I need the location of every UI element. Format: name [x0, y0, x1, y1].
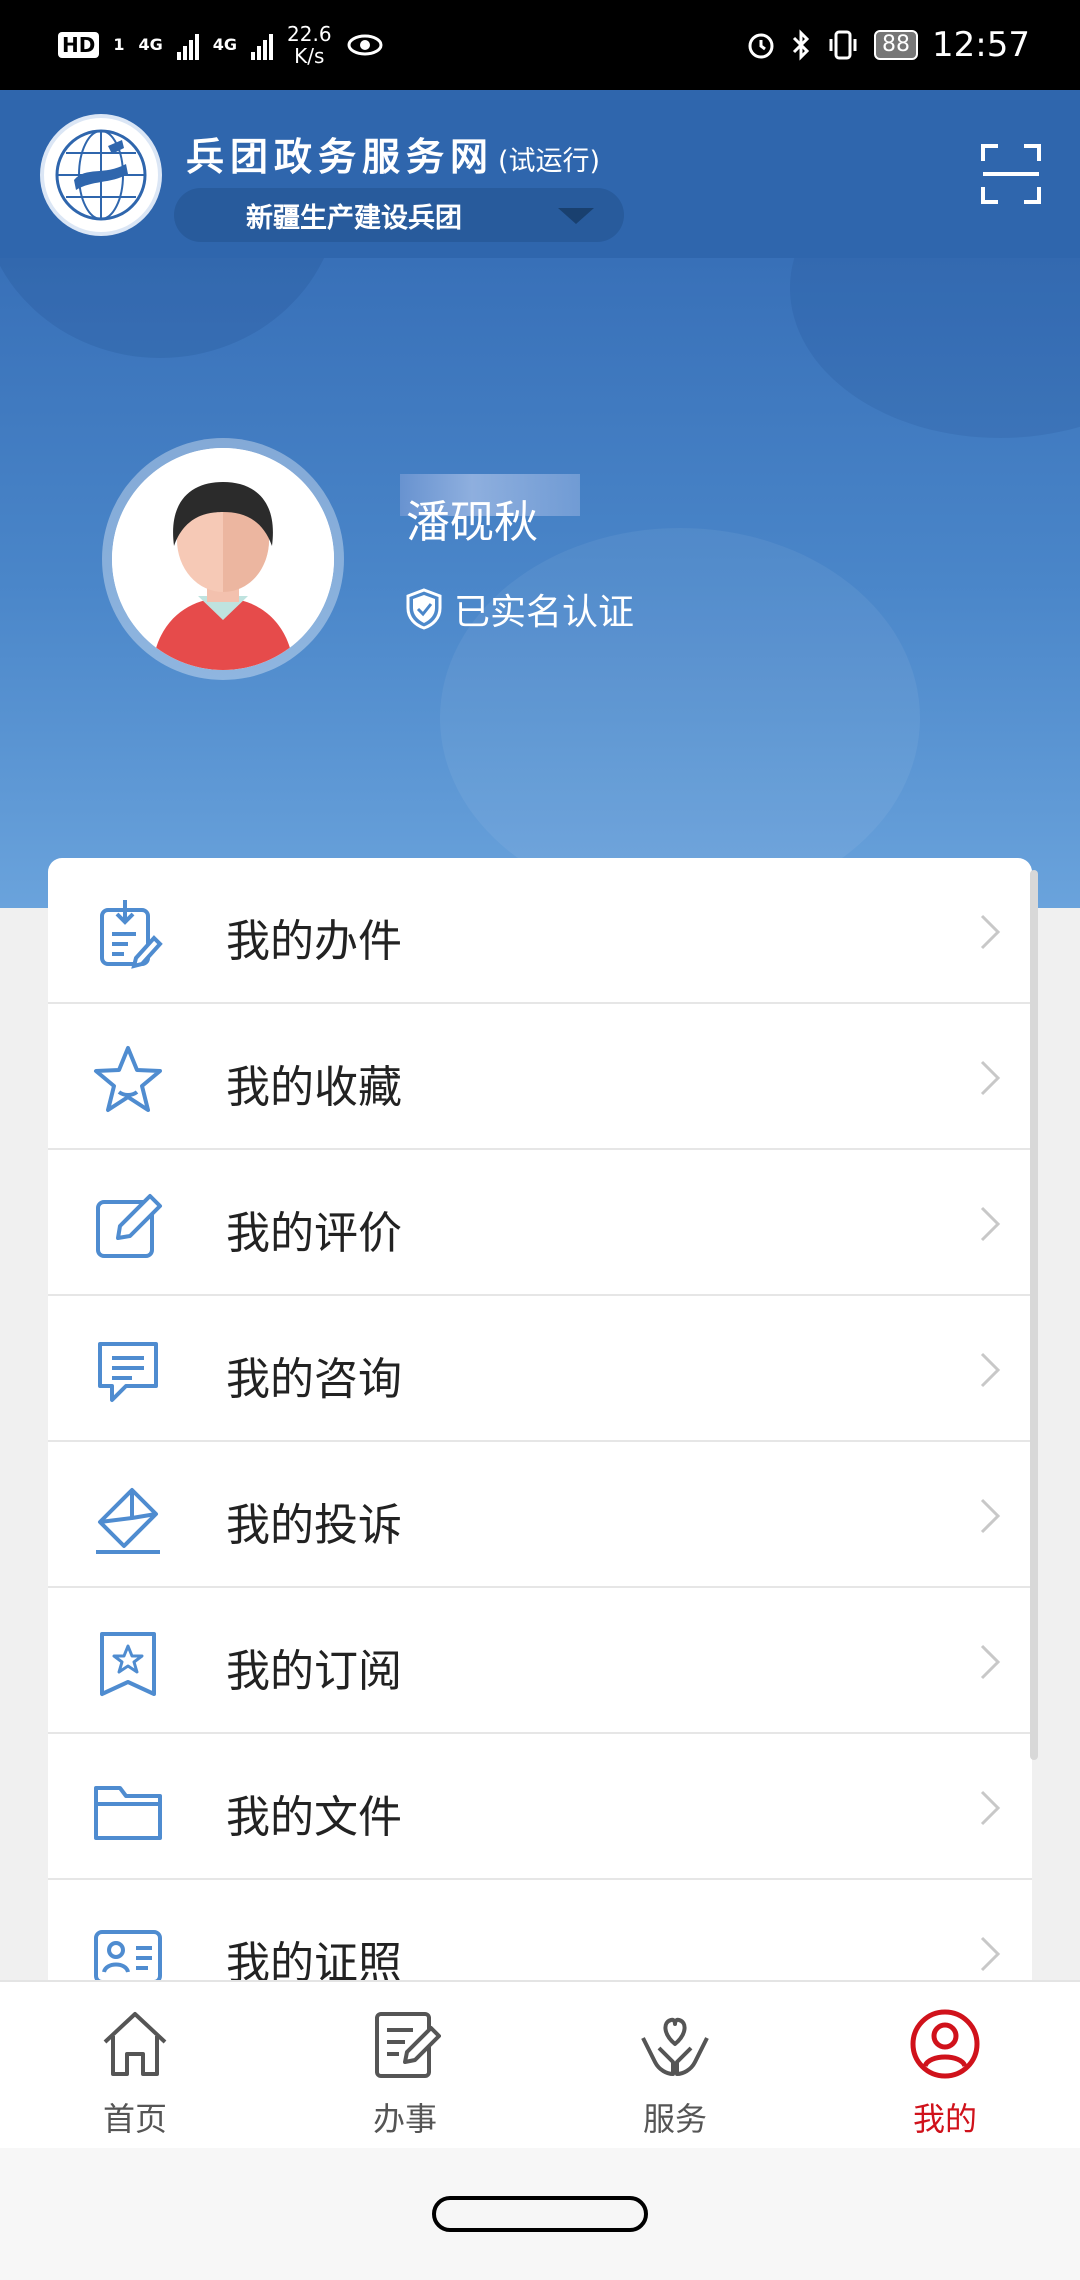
speed-unit: K/s	[294, 44, 325, 68]
network-speed: 22.6 K/s	[287, 23, 332, 67]
complaint-envelope-icon	[96, 1488, 160, 1554]
app-title-note: (试运行)	[498, 146, 601, 177]
status-right: 88 12:57	[746, 25, 1030, 65]
menu-label: 我的投诉	[226, 1500, 402, 1551]
tab-services[interactable]: 服务	[540, 1982, 810, 2148]
system-navigation-area	[0, 2148, 1080, 2280]
chevron-right-icon	[980, 1352, 1001, 1388]
scan-icon[interactable]	[980, 143, 1042, 205]
shield-check-icon	[406, 588, 442, 630]
bookmark-star-icon	[100, 1632, 156, 1696]
user-icon	[910, 2009, 980, 2079]
menu-list: 我的办件 我的收藏 我的评价 我的咨询 我的投诉 我的订阅 我的文件 我的证照	[48, 858, 1032, 1980]
menu-item-my-reviews[interactable]: 我的评价	[48, 1150, 1032, 1296]
menu-label: 我的证照	[226, 1938, 402, 1980]
scrollbar[interactable]	[1030, 870, 1038, 1760]
menu-item-my-subscriptions[interactable]: 我的订阅	[48, 1588, 1032, 1734]
task-download-icon	[100, 900, 163, 969]
chevron-right-icon	[980, 1206, 1001, 1242]
chevron-right-icon	[980, 1790, 1001, 1826]
status-bar: HD 1 4G 4G 22.6 K/s 88 12:57	[0, 0, 1080, 90]
region-selector[interactable]: 新疆生产建设兵团	[174, 188, 624, 242]
banner-decor-circle	[0, 258, 340, 358]
menu-label: 我的收藏	[226, 1062, 402, 1113]
tab-services-tasks[interactable]: 办事	[270, 1982, 540, 2148]
hd-badge: HD	[58, 32, 100, 58]
star-icon	[94, 1046, 162, 1112]
chevron-right-icon	[980, 1936, 1001, 1972]
avatar[interactable]	[102, 438, 344, 680]
heart-hands-icon	[641, 2017, 709, 2076]
bottom-tab-bar: 首页 办事 服务 我的	[0, 1980, 1080, 2148]
menu-item-my-files[interactable]: 我的文件	[48, 1734, 1032, 1880]
menu-item-my-inquiries[interactable]: 我的咨询	[48, 1296, 1032, 1442]
tab-label: 服务	[642, 2100, 707, 2138]
app-title: 兵团政务服务网 (试运行)	[186, 126, 600, 181]
message-icon	[98, 1342, 158, 1402]
folder-icon	[94, 1786, 162, 1840]
banner-decor-circle	[790, 258, 1080, 438]
profile-banner: 潘砚秋 已实名认证	[0, 258, 1080, 908]
sim-label: 1	[113, 35, 125, 54]
menu-item-my-licenses[interactable]: 我的证照	[48, 1880, 1032, 1980]
id-card-icon	[94, 1930, 162, 1980]
document-edit-icon	[375, 2012, 441, 2078]
menu-item-my-cases[interactable]: 我的办件	[48, 858, 1032, 1004]
signal-icon	[176, 30, 199, 60]
tab-home[interactable]: 首页	[0, 1982, 270, 2148]
bluetooth-icon	[792, 29, 810, 61]
tab-mine[interactable]: 我的	[810, 1982, 1080, 2148]
alarm-icon	[748, 33, 774, 59]
menu-label: 我的订阅	[226, 1646, 402, 1697]
network-label-1: 4G	[138, 35, 163, 54]
vibrate-icon	[829, 30, 857, 60]
user-name: 潘砚秋	[406, 497, 538, 548]
chevron-right-icon	[980, 1498, 1001, 1534]
status-left: HD 1 4G 4G 22.6 K/s	[58, 23, 384, 67]
verification-status: 已实名认证	[406, 583, 634, 635]
edit-icon	[96, 1194, 162, 1258]
verification-label: 已实名认证	[454, 592, 635, 633]
clock: 12:57	[932, 25, 1030, 65]
app-logo	[40, 114, 162, 236]
battery-indicator: 88	[874, 30, 919, 60]
speed-value: 22.6	[287, 22, 332, 46]
home-gesture-bar[interactable]	[432, 2196, 648, 2232]
app-header: 兵团政务服务网 (试运行) 新疆生产建设兵团	[0, 90, 1080, 258]
chevron-right-icon	[980, 1644, 1001, 1680]
tab-label: 首页	[102, 2100, 167, 2138]
menu-item-my-complaints[interactable]: 我的投诉	[48, 1442, 1032, 1588]
signal-icon-2	[251, 30, 274, 60]
home-icon	[103, 2012, 167, 2076]
caret-down-icon	[558, 208, 594, 224]
network-label-2: 4G	[212, 35, 238, 54]
menu-label: 我的文件	[226, 1792, 402, 1843]
menu-item-my-favorites[interactable]: 我的收藏	[48, 1004, 1032, 1150]
tab-label: 办事	[372, 2100, 437, 2138]
eye-icon	[347, 34, 383, 56]
menu-label: 我的办件	[226, 916, 402, 967]
tab-label: 我的	[912, 2100, 977, 2138]
menu-label: 我的评价	[226, 1208, 402, 1259]
chevron-right-icon	[980, 914, 1001, 950]
region-label: 新疆生产建设兵团	[246, 202, 462, 234]
app-title-text: 兵团政务服务网	[186, 135, 495, 179]
menu-label: 我的咨询	[226, 1354, 402, 1405]
chevron-right-icon	[980, 1060, 1001, 1096]
